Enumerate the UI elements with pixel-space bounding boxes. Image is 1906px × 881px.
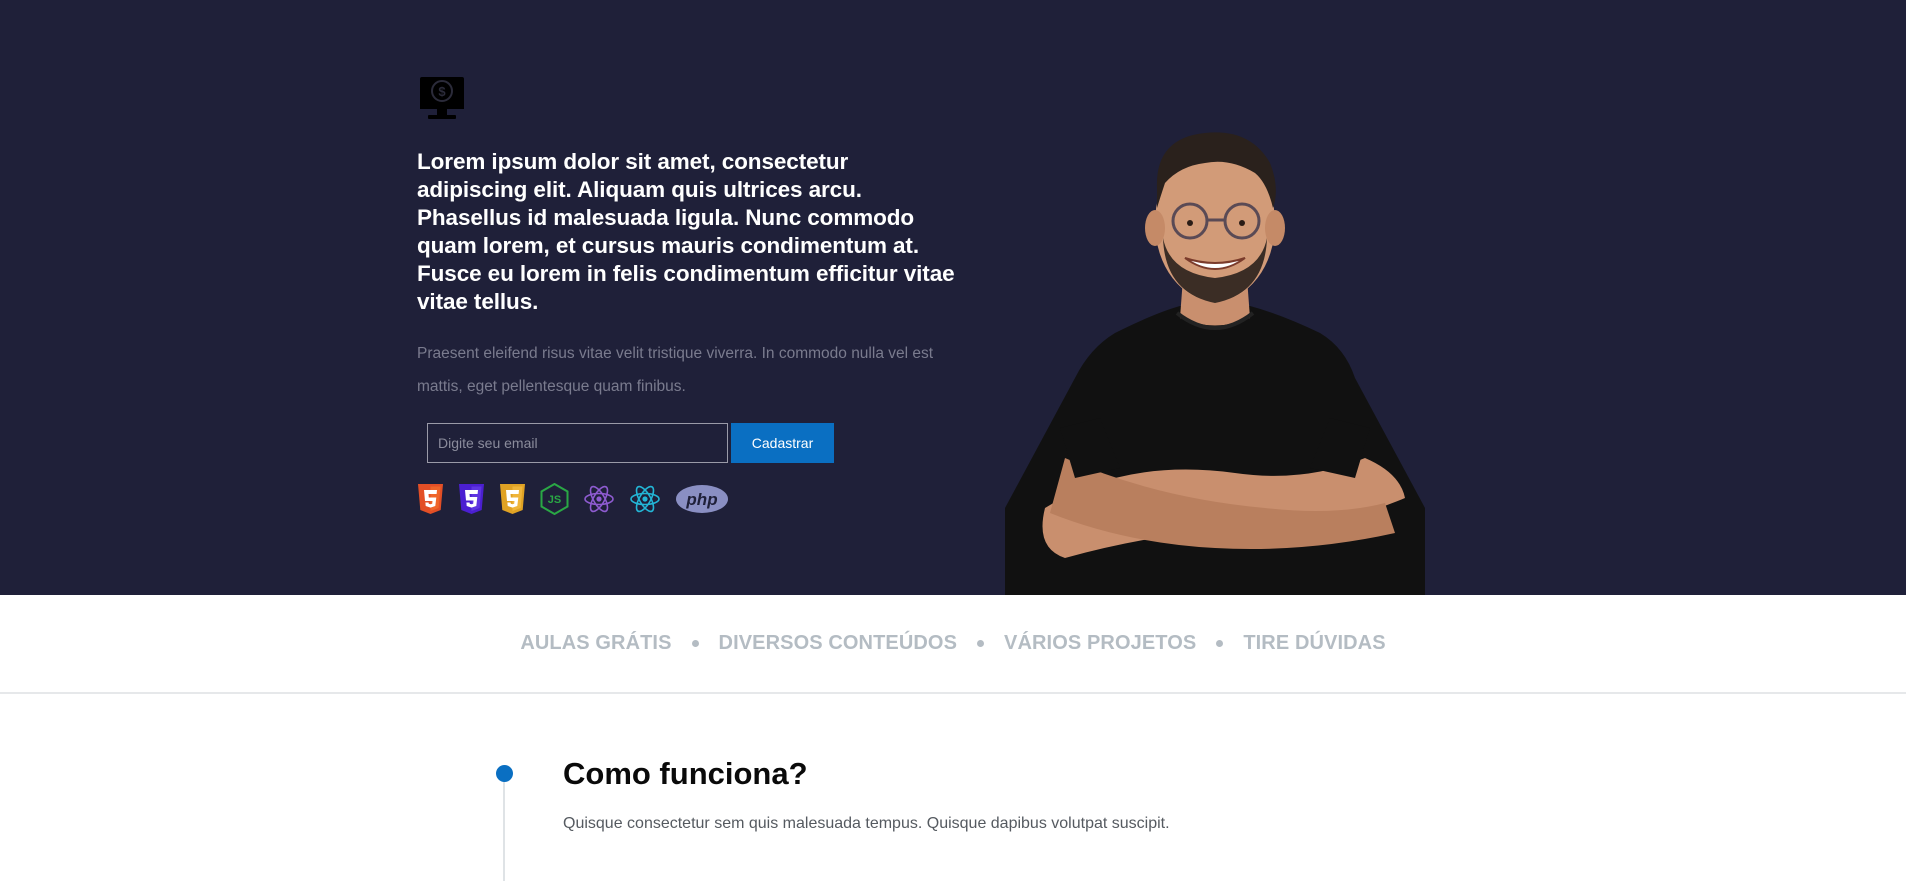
- timeline-line: [503, 780, 505, 881]
- hero-section: $ Lorem ipsum dolor sit amet, consectetu…: [0, 0, 1906, 595]
- tech-icons-row: JS php: [417, 482, 743, 516]
- react-icon: [629, 484, 661, 514]
- feature-tire-duvidas: TIRE DÚVIDAS: [1243, 632, 1386, 654]
- html5-icon: [417, 483, 444, 515]
- bullet-separator: [977, 640, 985, 647]
- bullet-separator: [1216, 640, 1224, 647]
- hero-subtext: Praesent eleifend risus vitae velit tris…: [417, 345, 934, 395]
- section-text: Quisque consectetur sem quis malesuada t…: [563, 815, 1170, 832]
- react-icon: [583, 484, 615, 514]
- hero-headline: Lorem ipsum dolor sit amet, consectetur …: [417, 149, 955, 314]
- css3-icon: [458, 483, 485, 515]
- svg-text:$: $: [438, 84, 446, 99]
- feature-diversos-conteudos: DIVERSOS CONTEÚDOS: [718, 632, 958, 654]
- feature-varios-projetos: VÁRIOS PROJETOS: [1004, 632, 1197, 654]
- timeline-dot: [496, 765, 513, 782]
- signup-form: Cadastrar: [427, 423, 834, 463]
- html5-icon: [499, 483, 526, 515]
- features-bar: AULAS GRÁTIS DIVERSOS CONTEÚDOS VÁRIOS P…: [0, 595, 1906, 694]
- nodejs-icon: JS: [540, 483, 569, 515]
- signup-button[interactable]: Cadastrar: [731, 423, 834, 463]
- section-title: Como funciona?: [563, 756, 808, 791]
- feature-aulas-gratis: AULAS GRÁTIS: [520, 632, 672, 654]
- bullet-separator: [691, 640, 699, 647]
- svg-text:JS: JS: [548, 494, 561, 506]
- monitor-dollar-icon: $: [419, 75, 465, 123]
- php-label: php: [685, 490, 717, 509]
- php-icon: php: [675, 484, 729, 514]
- email-input[interactable]: [427, 423, 728, 463]
- person-portrait: [1005, 128, 1425, 595]
